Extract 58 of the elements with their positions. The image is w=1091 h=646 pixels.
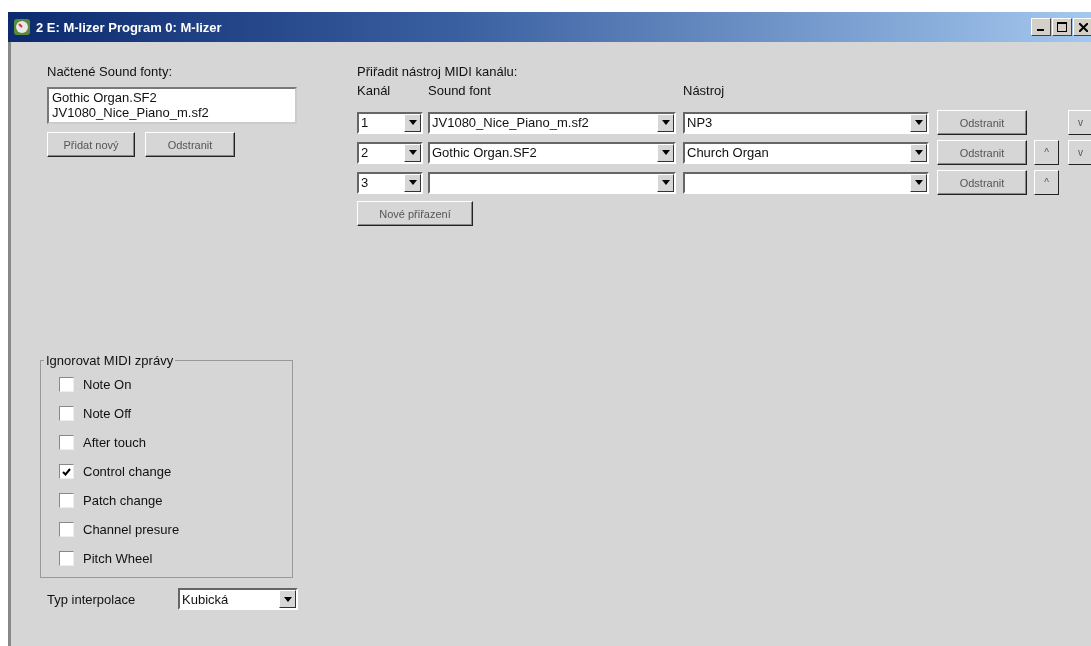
- column-header: Nástroj: [683, 83, 726, 98]
- checkbox-label: Note Off: [83, 406, 132, 421]
- group-title: Ignorovat MIDI zprávy: [45, 353, 175, 368]
- soundfonts-label: Načtené Sound fonty:: [47, 64, 174, 79]
- checkmark-icon: [62, 467, 71, 476]
- channel-combo[interactable]: 3: [357, 171, 423, 194]
- move-down-button[interactable]: v: [1068, 140, 1091, 165]
- combo-value: 3: [360, 175, 370, 190]
- combo-value: 2: [360, 145, 370, 160]
- assign-title: Přiřadit nástroj MIDI kanálu:: [357, 64, 519, 79]
- column-header: Kanál: [357, 83, 392, 98]
- checkbox-label: Pitch Wheel: [83, 551, 153, 566]
- checkbox[interactable]: [59, 464, 74, 479]
- checkbox-label: After touch: [83, 435, 146, 450]
- instrument-combo[interactable]: Church Organ: [683, 141, 929, 164]
- checkbox[interactable]: [59, 493, 74, 508]
- checkbox[interactable]: [59, 522, 74, 537]
- checkbox[interactable]: [59, 406, 74, 421]
- remove-button[interactable]: Odstranit: [937, 110, 1027, 135]
- combo-value: Gothic Organ.SF2: [431, 145, 538, 160]
- soundfont-combo[interactable]: Gothic Organ.SF2: [428, 141, 676, 164]
- remove-button[interactable]: Odstranit: [145, 132, 235, 157]
- move-up-button[interactable]: ^: [1034, 140, 1059, 165]
- combo-value: NP3: [686, 115, 714, 130]
- move-down-button[interactable]: v: [1068, 110, 1091, 135]
- column-header: Sound font: [428, 83, 492, 98]
- list-item[interactable]: JV1080_Nice_Piano_m.sf2: [52, 105, 292, 120]
- checkbox-label: Control change: [83, 464, 172, 479]
- list-item[interactable]: Gothic Organ.SF2: [52, 90, 292, 105]
- combo-value: JV1080_Nice_Piano_m.sf2: [431, 115, 590, 130]
- channel-combo[interactable]: 2: [357, 141, 423, 164]
- minimize-button[interactable]: [1031, 18, 1051, 36]
- checkbox[interactable]: [59, 435, 74, 450]
- channel-combo[interactable]: 1: [357, 111, 423, 134]
- maximize-button[interactable]: [1052, 18, 1072, 36]
- checkbox[interactable]: [59, 377, 74, 392]
- close-button[interactable]: [1073, 18, 1091, 36]
- app-icon: [14, 19, 30, 35]
- remove-button[interactable]: Odstranit: [937, 170, 1027, 195]
- close-icon: [1078, 22, 1088, 32]
- combo-value: Church Organ: [686, 145, 770, 160]
- maximize-icon: [1057, 22, 1067, 32]
- window-title: 2 E: M-lizer Program 0: M-lizer: [36, 19, 222, 35]
- new-assignment-button[interactable]: Nové přiřazení: [357, 201, 473, 226]
- add-button[interactable]: Přidat nový: [47, 132, 135, 157]
- remove-button[interactable]: Odstranit: [937, 140, 1027, 165]
- checkbox-label: Patch change: [83, 493, 163, 508]
- soundfont-list[interactable]: Gothic Organ.SF2 JV1080_Nice_Piano_m.sf2: [47, 87, 297, 124]
- move-up-button[interactable]: ^: [1034, 170, 1059, 195]
- interpolation-label: Typ interpolace: [47, 591, 137, 607]
- instrument-combo[interactable]: NP3: [683, 111, 929, 134]
- checkbox[interactable]: [59, 551, 74, 566]
- combo-value: 1: [360, 115, 370, 130]
- checkbox-label: Channel presure: [83, 522, 180, 537]
- checkbox-label: Note On: [83, 377, 132, 392]
- interpolation-combo[interactable]: Kubická: [178, 588, 298, 610]
- combo-value: Kubická: [181, 591, 230, 607]
- soundfont-combo[interactable]: JV1080_Nice_Piano_m.sf2: [428, 111, 676, 134]
